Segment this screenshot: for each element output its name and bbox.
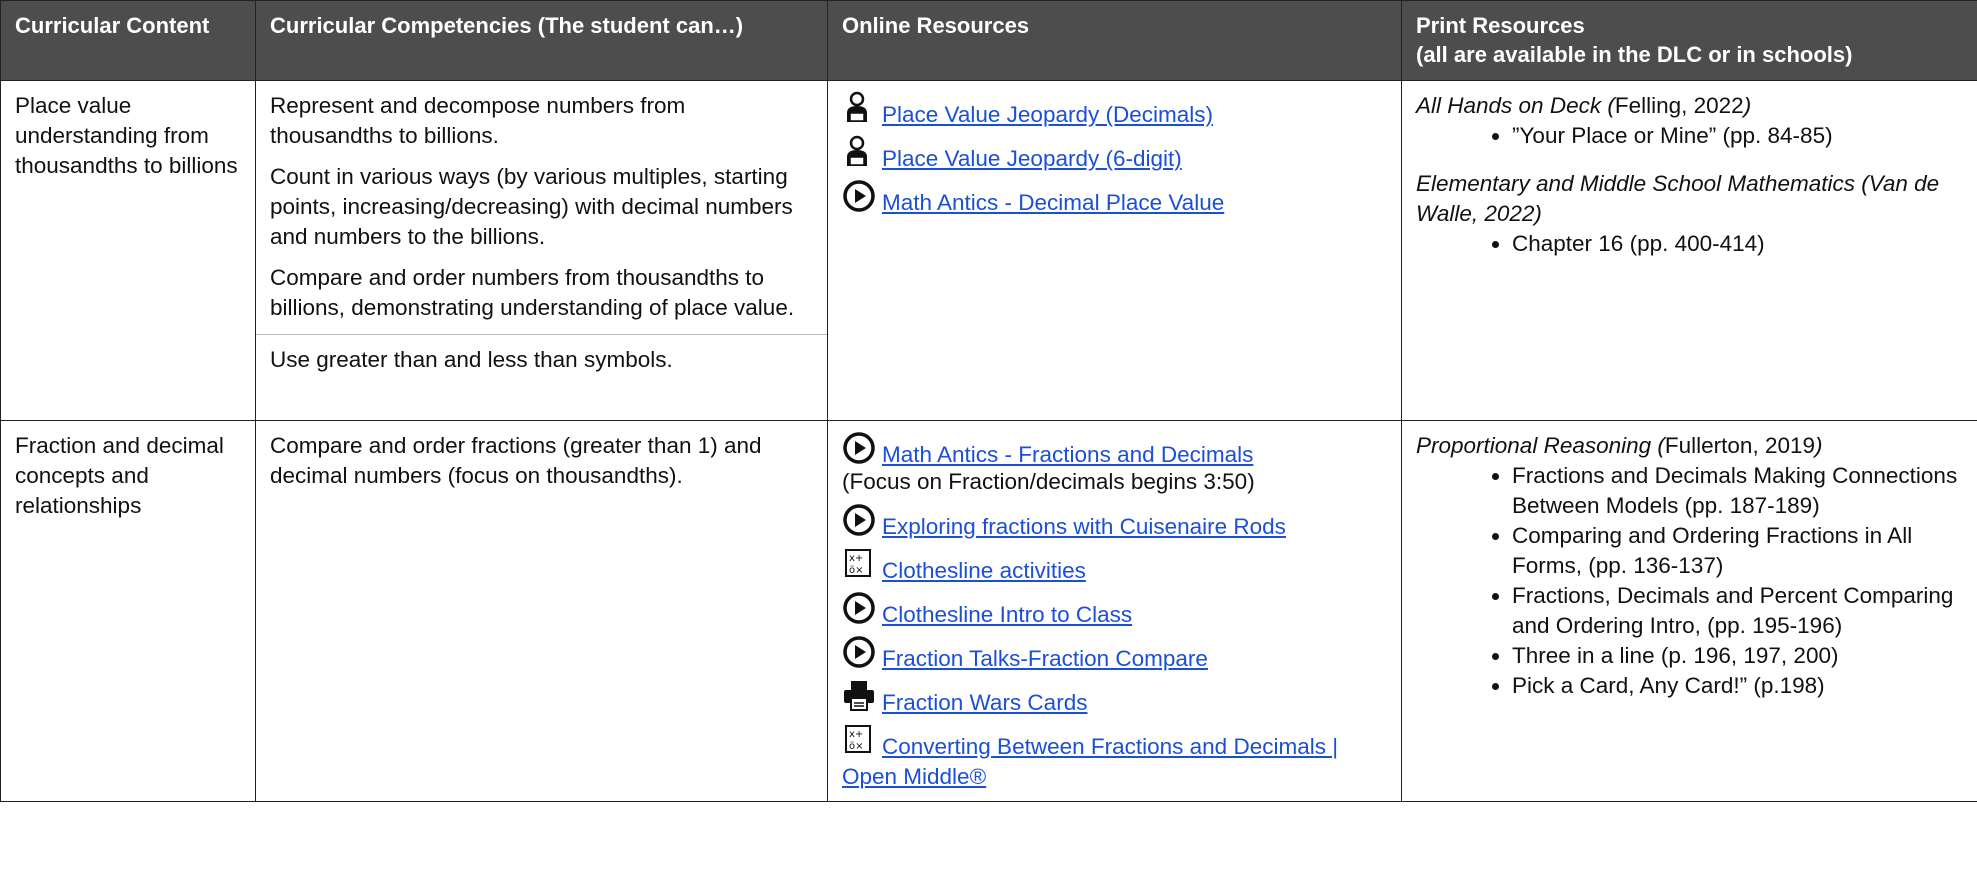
resource-link[interactable]: Math Antics - Fractions and Decimals [882, 442, 1253, 467]
curricular-content-cell: Place value understanding from thousandt… [0, 80, 256, 421]
resource-item: x+ ö× Converting Between Fractions and Dec… [842, 723, 1387, 792]
curricular-content-cell: Fraction and decimal concepts and relati… [0, 420, 256, 802]
header-curricular-content: Curricular Content [0, 0, 256, 81]
play-video-icon [843, 504, 875, 536]
book-title: Proportional Reasoning (Fullerton, 2019) [1416, 433, 1823, 458]
list-item: Chapter 16 (pp. 400-414) [1512, 229, 1963, 259]
resource-item: Math Antics - Decimal Place Value [842, 179, 1387, 218]
resource-item: Place Value Jeopardy (6-digit) [842, 135, 1387, 174]
print-list: Fractions and Decimals Making Connection… [1416, 461, 1963, 701]
competency-text: Use greater than and less than symbols. [256, 334, 827, 375]
competency-text: Compare and order numbers from thousandt… [270, 265, 795, 320]
resource-link[interactable]: Place Value Jeopardy (Decimals) [882, 102, 1213, 127]
header-curricular-competencies: Curricular Competencies (The student can… [255, 0, 828, 81]
svg-text:x+: x+ [849, 553, 863, 564]
resource-link[interactable]: Fraction Wars Cards [882, 690, 1087, 715]
header-row: Curricular Content Curricular Competenci… [0, 0, 1977, 81]
svg-text:ö×: ö× [849, 565, 864, 576]
competencies-cell: Represent and decompose numbers from tho… [255, 80, 828, 421]
online-resources-cell: Math Antics - Fractions and Decimals (Fo… [827, 420, 1402, 802]
resource-link[interactable]: Converting Between Fractions and Decimal… [842, 734, 1338, 789]
math-worksheet-icon: x+ö× [845, 549, 871, 577]
book-title: Elementary and Middle School Mathematics… [1416, 171, 1940, 226]
printer-icon [844, 681, 874, 711]
resource-link[interactable]: Clothesline Intro to Class [882, 602, 1132, 627]
list-item: Fractions, Decimals and Percent Comparin… [1512, 581, 1963, 641]
online-resources-cell: Place Value Jeopardy (Decimals) Place Va… [827, 80, 1402, 421]
svg-text:ö×: ö× [849, 741, 864, 752]
play-video-icon [843, 592, 875, 624]
print-resources-cell: Proportional Reasoning (Fullerton, 2019)… [1401, 420, 1977, 802]
header-online-resources: Online Resources [827, 0, 1402, 81]
list-item: Comparing and Ordering Fractions in All … [1512, 521, 1963, 581]
resource-item: Clothesline Intro to Class [842, 591, 1387, 630]
competency-text: Count in various ways (by various multip… [270, 164, 793, 249]
math-worksheet-icon: x+ö× [845, 725, 871, 753]
play-video-icon [843, 180, 875, 212]
list-item: Pick a Card, Any Card!” (p.198) [1512, 671, 1963, 701]
computer-user-icon [847, 91, 867, 122]
table-row: Place value understanding from thousandt… [0, 80, 1977, 421]
resource-link[interactable]: Clothesline activities [882, 558, 1086, 583]
curriculum-table: Curricular Content Curricular Competenci… [0, 0, 1977, 802]
resource-item: Fraction Talks-Fraction Compare [842, 635, 1387, 674]
competencies-cell: Compare and order fractions (greater tha… [255, 420, 828, 802]
resource-item: Place Value Jeopardy (Decimals) [842, 91, 1387, 130]
resource-link[interactable]: Math Antics - Decimal Place Value [882, 190, 1224, 215]
resource-item: x+ ö× Clothesline activities [842, 547, 1387, 586]
resource-item: Fraction Wars Cards [842, 679, 1387, 718]
resource-note: (Focus on Fraction/decimals begins 3:50) [842, 469, 1255, 494]
resource-item: Math Antics - Fractions and Decimals [842, 431, 1387, 470]
computer-user-icon [847, 135, 867, 166]
list-item: Three in a line (p. 196, 197, 200) [1512, 641, 1963, 671]
svg-text:x+: x+ [849, 729, 863, 740]
print-list: Chapter 16 (pp. 400-414) [1416, 229, 1963, 259]
resource-link[interactable]: Fraction Talks-Fraction Compare [882, 646, 1208, 671]
print-resources-cell: All Hands on Deck (Felling, 2022) ”Your … [1401, 80, 1977, 421]
resource-link[interactable]: Exploring fractions with Cuisenaire Rods [882, 514, 1286, 539]
book-title: All Hands on Deck (Felling, 2022) [1416, 93, 1752, 118]
header-print-resources: Print Resources (all are available in the… [1401, 0, 1977, 81]
competency-text: Represent and decompose numbers from tho… [270, 93, 686, 148]
list-item: Fractions and Decimals Making Connection… [1512, 461, 1963, 521]
table-row: Fraction and decimal concepts and relati… [0, 420, 1977, 802]
resource-link[interactable]: Place Value Jeopardy (6-digit) [882, 146, 1182, 171]
competency-text: Compare and order fractions (greater tha… [270, 433, 762, 488]
play-video-icon [843, 636, 875, 668]
list-item: ”Your Place or Mine” (pp. 84-85) [1512, 121, 1963, 151]
resource-item: Exploring fractions with Cuisenaire Rods [842, 503, 1387, 542]
play-video-icon [843, 432, 875, 464]
print-list: ”Your Place or Mine” (pp. 84-85) [1416, 121, 1963, 151]
